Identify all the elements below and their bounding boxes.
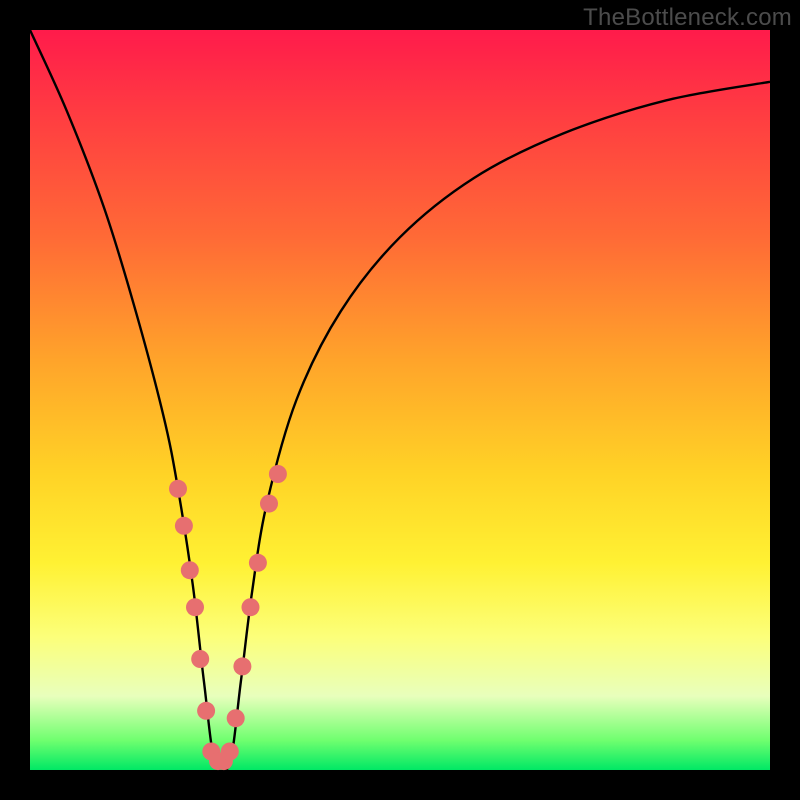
highlight-dot (249, 554, 267, 572)
highlight-dot (269, 465, 287, 483)
highlight-dot (227, 709, 245, 727)
highlight-dot (260, 495, 278, 513)
plot-area (30, 30, 770, 770)
highlight-dot (233, 657, 251, 675)
highlight-dot (175, 517, 193, 535)
highlight-dot (197, 702, 215, 720)
highlight-dots (169, 465, 287, 770)
watermark-text: TheBottleneck.com (583, 4, 792, 32)
highlight-dot (186, 598, 204, 616)
curve-layer (30, 30, 770, 770)
highlight-dot (191, 650, 209, 668)
highlight-dot (181, 561, 199, 579)
chart-frame: TheBottleneck.com (0, 0, 800, 800)
highlight-dot (242, 598, 260, 616)
bottleneck-curve (30, 30, 770, 773)
highlight-dot (221, 743, 239, 761)
highlight-dot (169, 480, 187, 498)
